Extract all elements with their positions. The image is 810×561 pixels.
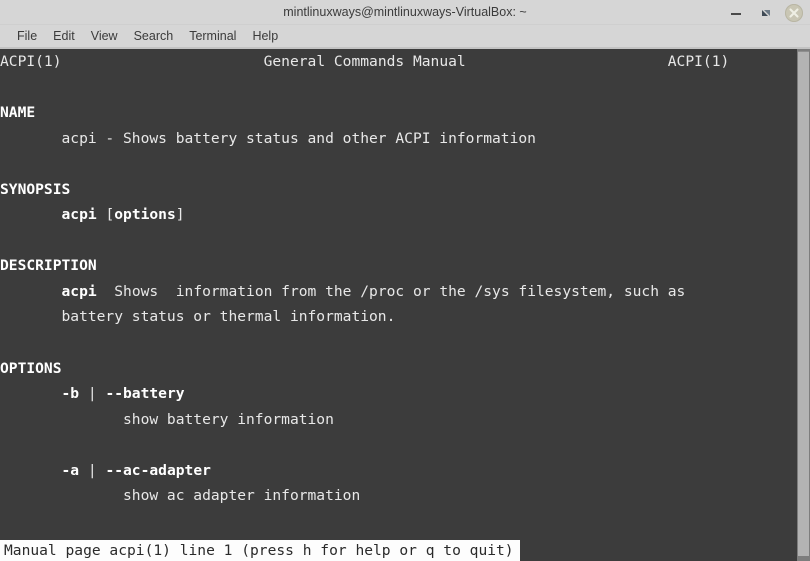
terminal-window: mintlinuxways@mintlinuxways-VirtualBox: …: [0, 0, 810, 561]
terminal-text-run: ]: [175, 206, 185, 224]
menu-item-terminal[interactable]: Terminal: [181, 25, 244, 47]
minimize-icon: [731, 13, 741, 15]
terminal-bold-run: NAME: [0, 104, 36, 122]
terminal-bold-run: acpi: [61, 282, 97, 300]
terminal-line: -a | --ac-adapter: [0, 458, 729, 484]
menu-item-edit[interactable]: Edit: [45, 25, 83, 47]
maximize-button[interactable]: [757, 4, 775, 22]
terminal-bold-run: OPTIONS: [0, 359, 62, 377]
terminal-output-area[interactable]: ACPI(1) General Commands Manual ACPI(1) N…: [0, 49, 797, 561]
terminal-text-run: ACPI(1): [667, 53, 730, 70]
terminal-text-run: acpi - Shows battery status and other AC…: [0, 129, 536, 147]
close-button[interactable]: [785, 4, 803, 22]
terminal-text-run: show ac adapter information: [0, 487, 361, 505]
terminal-bold-run: SYNOPSIS: [0, 180, 71, 198]
terminal-line: SYNOPSIS: [0, 177, 729, 203]
maximize-icon: [762, 10, 770, 16]
menubar: File Edit View Search Terminal Help: [0, 25, 810, 47]
terminal-text-run: [0, 283, 62, 300]
terminal-text-run: |: [79, 385, 106, 403]
scrollbar-thumb[interactable]: [798, 51, 809, 556]
terminal-text-run: [0, 385, 62, 402]
terminal-text-run: [0, 206, 62, 223]
vertical-scrollbar[interactable]: [797, 49, 810, 561]
menu-item-file[interactable]: File: [9, 25, 45, 47]
menu-item-view[interactable]: View: [83, 25, 126, 47]
menu-item-help[interactable]: Help: [244, 25, 286, 47]
terminal-line: acpi Shows information from the /proc or…: [0, 279, 729, 305]
titlebar: mintlinuxways@mintlinuxways-VirtualBox: …: [0, 0, 810, 25]
terminal-line: battery status or thermal information.: [0, 304, 729, 330]
terminal-text-run: Shows information from the /proc or the …: [96, 282, 686, 300]
terminal-text-run: battery status or thermal information.: [0, 308, 396, 326]
terminal-bold-run: -a: [61, 461, 80, 479]
terminal-line: -b | --battery: [0, 381, 729, 407]
terminal-line: show battery information: [0, 407, 729, 433]
man-page-content: ACPI(1) General Commands Manual ACPI(1) N…: [0, 49, 729, 561]
terminal-bold-run: DESCRIPTION: [0, 257, 97, 275]
terminal-text-run: [: [96, 206, 115, 224]
pager-status-bar: Manual page acpi(1) line 1 (press h for …: [0, 540, 520, 561]
terminal-line: acpi [options]: [0, 202, 729, 228]
minimize-button[interactable]: [727, 4, 745, 22]
window-title: mintlinuxways@mintlinuxways-VirtualBox: …: [283, 5, 527, 19]
terminal-line: acpi - Shows battery status and other AC…: [0, 126, 729, 152]
terminal-bold-run: acpi: [61, 206, 97, 224]
terminal-line: ACPI(1) General Commands Manual ACPI(1): [0, 49, 729, 75]
menu-item-search[interactable]: Search: [126, 25, 182, 47]
terminal-bold-run: options: [114, 206, 176, 224]
terminal-bold-run: -b: [61, 385, 80, 403]
terminal-text-run: General Commands Manual: [61, 53, 668, 70]
terminal-line: show ac adapter information: [0, 483, 729, 509]
terminal-line: OPTIONS: [0, 356, 729, 382]
close-icon: [789, 8, 799, 18]
terminal-line: NAME: [0, 100, 729, 126]
terminal-bold-run: --battery: [105, 385, 185, 403]
terminal-line: DESCRIPTION: [0, 253, 729, 279]
terminal-text-run: [0, 462, 62, 479]
terminal-bold-run: --ac-adapter: [105, 461, 211, 479]
terminal-text-run: ACPI(1): [0, 53, 62, 70]
terminal-text-run: |: [79, 461, 106, 479]
terminal-text-run: show battery information: [0, 410, 334, 428]
